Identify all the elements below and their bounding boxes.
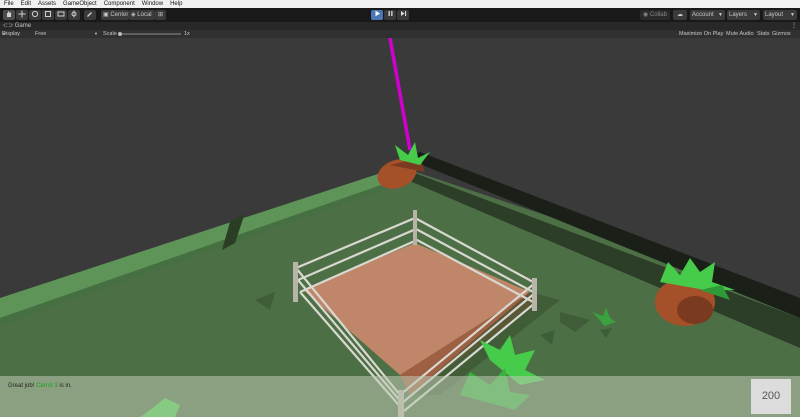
ring-post [532, 278, 537, 311]
play-button[interactable] [371, 10, 383, 20]
ring-post [413, 210, 417, 245]
scale-slider-handle[interactable] [118, 31, 122, 36]
game-tab-bar: ⊂⊃ Game ⋮ [0, 22, 800, 30]
chevron-down-icon: ▼ [753, 12, 758, 18]
chevron-down-icon: ▼ [790, 12, 795, 18]
hud-panel [0, 376, 800, 417]
gizmos-toggle[interactable]: Gizmos [772, 30, 791, 38]
layout-dropdown[interactable]: Layout ▼ [763, 10, 797, 20]
tab-game-label: Game [14, 23, 32, 29]
pause-icon [388, 11, 392, 16]
scale-icon [45, 11, 51, 17]
chevron-down-icon: ▼ [94, 31, 98, 36]
rect-icon [57, 11, 65, 17]
message-suffix: is in. [59, 383, 72, 389]
hud-message: Great job! Carrot 3 is in. [8, 383, 72, 389]
menu-gameobject[interactable]: GameObject [63, 1, 97, 7]
custom-tool-button[interactable] [84, 10, 96, 20]
transform-tool-button[interactable] [68, 10, 80, 20]
menu-file[interactable]: File [4, 1, 14, 7]
step-button[interactable] [397, 10, 409, 20]
layout-label: Layout [765, 12, 784, 18]
menu-bar: File Edit Assets GameObject Component Wi… [0, 0, 800, 8]
stats-toggle[interactable]: Stats [757, 30, 770, 38]
center-icon: ▣ [103, 12, 109, 18]
game-controller-icon: ⊂⊃ [3, 23, 14, 29]
pivot-local-button[interactable]: ◈ Local [129, 10, 155, 20]
rotate-icon [31, 10, 39, 18]
layers-label: Layers [729, 12, 748, 18]
hand-icon [7, 11, 11, 17]
cloud-icon: ☁ [677, 12, 683, 18]
wrench-icon [87, 12, 92, 17]
transform-icon [71, 10, 77, 18]
grid-snap-button[interactable]: ⊞ [155, 10, 166, 20]
rotate-tool-button[interactable] [29, 10, 41, 20]
account-dropdown[interactable]: Account ▼ [690, 10, 725, 20]
game-options-bar: Display 1 ▼ Free Aspect ▼ Scale 1x Maxim… [0, 30, 800, 45]
ring-post [293, 262, 298, 302]
more-options-icon[interactable]: ⋮ [791, 22, 797, 30]
collab-label: Collab [649, 12, 667, 18]
cloud-button[interactable]: ☁ [673, 10, 687, 20]
maximize-on-play-toggle[interactable]: Maximize On Play [679, 30, 723, 38]
grid-snap-icon: ⊞ [157, 12, 164, 18]
step-icon [400, 11, 406, 16]
collab-button[interactable]: ◉ Collab [640, 10, 670, 20]
pause-button[interactable] [384, 10, 396, 20]
move-tool-button[interactable] [16, 10, 28, 20]
move-icon [18, 10, 26, 18]
pivot-center-button[interactable]: ▣ Center [101, 10, 129, 20]
message-highlight: Carrot 3 [36, 383, 58, 389]
tab-game[interactable]: ⊂⊃ Game [3, 22, 31, 30]
local-icon: ◈ [131, 12, 136, 18]
score-display: 200 [751, 379, 791, 414]
game-viewport[interactable] [0, 38, 800, 417]
collab-icon: ◉ [643, 12, 649, 18]
menu-component[interactable]: Component [104, 1, 135, 7]
play-icon [375, 10, 380, 17]
local-label: Local [137, 12, 152, 18]
menu-edit[interactable]: Edit [21, 1, 31, 7]
account-label: Account [692, 12, 714, 18]
scale-slider[interactable] [119, 32, 181, 35]
message-prefix: Great job! [8, 383, 35, 389]
hand-tool-button[interactable] [3, 10, 15, 20]
main-toolbar: ▣ Center ◈ Local ⊞ ◉ Collab ☁ Account ▼ … [0, 8, 800, 22]
mute-audio-toggle[interactable]: Mute Audio [726, 30, 754, 38]
center-label: Center [110, 12, 129, 18]
layers-dropdown[interactable]: Layers ▼ [727, 10, 760, 20]
chevron-down-icon: ▼ [2, 31, 6, 36]
menu-assets[interactable]: Assets [38, 1, 56, 7]
chevron-down-icon: ▼ [718, 12, 723, 18]
game-scene [0, 38, 800, 417]
scale-label: Scale [103, 31, 117, 37]
rect-tool-button[interactable] [55, 10, 67, 20]
scale-value: 1x [184, 31, 190, 37]
laser-beam [388, 38, 412, 151]
menu-window[interactable]: Window [142, 1, 163, 7]
menu-help[interactable]: Help [170, 1, 182, 7]
scale-tool-button[interactable] [42, 10, 54, 20]
